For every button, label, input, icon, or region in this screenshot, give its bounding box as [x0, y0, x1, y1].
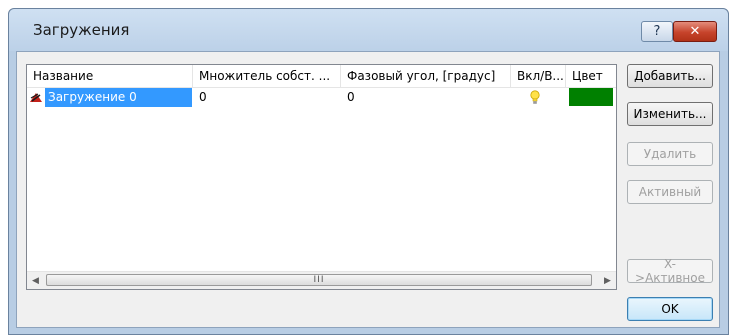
list-header: Название Множитель собст. ... Фазовый уг… — [27, 65, 616, 88]
dialog-body: Название Множитель собст. ... Фазовый уг… — [16, 51, 720, 328]
scroll-left-icon[interactable]: ◀ — [27, 272, 44, 289]
x-active-button[interactable]: X->Активное — [627, 257, 713, 285]
column-header-phase[interactable]: Фазовый угол, [градус] — [341, 65, 511, 87]
column-header-color[interactable]: Цвет — [566, 65, 616, 87]
horizontal-scrollbar[interactable]: ◀ III ▶ — [27, 271, 616, 289]
scroll-thumb[interactable]: III — [46, 274, 592, 286]
help-icon: ? — [653, 24, 661, 39]
ok-button[interactable]: OK — [627, 297, 713, 321]
scroll-right-icon[interactable]: ▶ — [599, 272, 616, 289]
add-button[interactable]: Добавить... — [627, 64, 713, 88]
close-icon: ✕ — [689, 24, 701, 39]
help-button[interactable]: ? — [641, 21, 673, 42]
dialog-title: Загружения — [33, 21, 130, 39]
delete-button[interactable]: Удалить — [627, 142, 713, 166]
loads-list[interactable]: Название Множитель собст. ... Фазовый уг… — [26, 64, 617, 290]
table-row[interactable]: Загружение 0 0 0 — [27, 88, 616, 107]
close-button[interactable]: ✕ — [673, 21, 717, 42]
load-icon — [30, 93, 42, 102]
column-header-multiplier[interactable]: Множитель собст. ... — [193, 65, 341, 87]
row-multiplier-cell[interactable]: 0 — [195, 88, 335, 107]
column-header-enabled[interactable]: Вкл/В... — [511, 65, 566, 87]
row-phase-cell[interactable]: 0 — [343, 88, 503, 107]
row-name-cell[interactable]: Загружение 0 — [45, 88, 192, 107]
scroll-grip: III — [313, 275, 325, 285]
title-bar[interactable]: Загружения ? ✕ — [9, 9, 728, 51]
loads-dialog: Загружения ? ✕ Название Множитель собст.… — [8, 8, 729, 335]
row-color-swatch[interactable] — [569, 88, 613, 106]
set-active-button[interactable]: Активный — [627, 180, 713, 204]
edit-button[interactable]: Изменить... — [627, 102, 713, 126]
column-header-name[interactable]: Название — [27, 65, 193, 87]
bulb-on-icon[interactable] — [529, 90, 541, 105]
